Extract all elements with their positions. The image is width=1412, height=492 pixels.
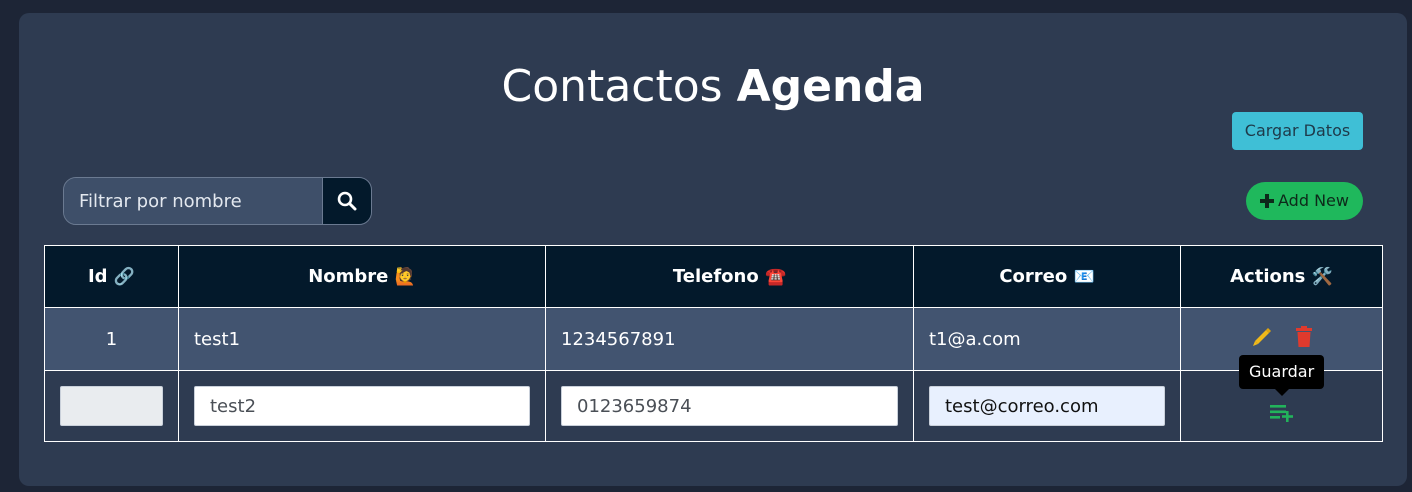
header-id[interactable]: Id 🔗 [44, 245, 179, 308]
envelope-icon: 📧 [1073, 267, 1095, 287]
header-telefono[interactable]: Telefono ☎️ [545, 245, 914, 308]
pencil-icon[interactable] [1251, 326, 1273, 348]
search-icon [337, 191, 357, 211]
header-nombre[interactable]: Nombre 🙋 [178, 245, 546, 308]
header-actions: Actions 🛠️ [1180, 245, 1383, 308]
new-contact-row: Guardar [44, 355, 1383, 442]
new-phone-input[interactable] [561, 386, 898, 426]
cell-new-actions: Guardar [1180, 355, 1383, 442]
new-name-input[interactable] [194, 386, 530, 426]
cell-new-phone [545, 370, 914, 442]
cell-id: 1 [44, 307, 179, 371]
table-row: 1 test1 1234567891 t1@a.com [44, 307, 1383, 371]
tools-icon: 🛠️ [1311, 267, 1333, 287]
playlist-add-icon[interactable] [1268, 401, 1296, 423]
telephone-icon: ☎️ [764, 267, 787, 287]
save-tooltip: Guardar [1239, 355, 1325, 396]
header-correo[interactable]: Correo 📧 [913, 245, 1181, 308]
add-new-button[interactable]: Add New [1246, 182, 1363, 220]
title-light: Contactos [501, 61, 723, 112]
contacts-table: Id 🔗 Nombre 🙋 Telefono ☎️ Correo 📧 Actio… [44, 245, 1383, 442]
title-bold: Agenda [736, 61, 925, 112]
cell-new-email [913, 370, 1181, 442]
load-data-button[interactable]: Cargar Datos [1232, 112, 1363, 150]
search-button[interactable] [322, 178, 371, 224]
cell-new-name [178, 370, 546, 442]
cell-email: t1@a.com [913, 307, 1181, 371]
search-bar [63, 177, 372, 225]
new-id-input [60, 386, 163, 426]
new-email-input[interactable] [929, 386, 1165, 426]
cell-new-id [44, 370, 179, 442]
add-new-label: Add New [1278, 191, 1349, 210]
person-raising-hand-icon: 🙋 [394, 267, 416, 287]
table-header-row: Id 🔗 Nombre 🙋 Telefono ☎️ Correo 📧 Actio… [44, 245, 1383, 308]
trash-icon[interactable] [1295, 325, 1313, 348]
page-title: Contactos Agenda [19, 57, 1407, 117]
link-icon: 🔗 [113, 267, 136, 287]
plus-icon [1260, 194, 1275, 208]
cell-name: test1 [178, 307, 546, 371]
cell-phone: 1234567891 [545, 307, 914, 371]
search-input[interactable] [64, 178, 322, 224]
